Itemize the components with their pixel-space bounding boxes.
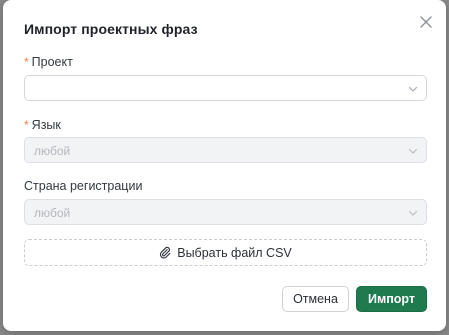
language-label-text: Язык (31, 118, 61, 132)
choose-csv-label: Выбрать файл CSV (177, 245, 292, 260)
close-icon (420, 16, 432, 28)
choose-csv-button[interactable]: Выбрать файл CSV (24, 239, 427, 266)
cancel-button[interactable]: Отмена (282, 286, 349, 312)
chevron-down-icon (408, 148, 418, 154)
required-asterisk: * (24, 118, 29, 132)
country-select-value: любой (34, 206, 71, 220)
close-button[interactable] (419, 15, 433, 29)
project-label-text: Проект (31, 55, 73, 69)
project-select[interactable] (24, 75, 427, 101)
import-button[interactable]: Импорт (356, 286, 427, 312)
country-label: Страна регистрации (24, 179, 143, 193)
import-dialog: Импорт проектных фраз * Проект * Язык любо… (3, 0, 446, 331)
language-select[interactable]: любой (24, 137, 427, 163)
chevron-down-icon (408, 86, 418, 92)
language-select-value: любой (34, 144, 71, 158)
paperclip-icon (160, 246, 171, 259)
required-asterisk: * (24, 55, 29, 69)
project-label: * Проект (24, 55, 73, 69)
chevron-down-icon (408, 210, 418, 216)
dialog-title: Импорт проектных фраз (24, 21, 198, 37)
language-label: * Язык (24, 118, 61, 132)
country-select[interactable]: любой (24, 199, 427, 225)
